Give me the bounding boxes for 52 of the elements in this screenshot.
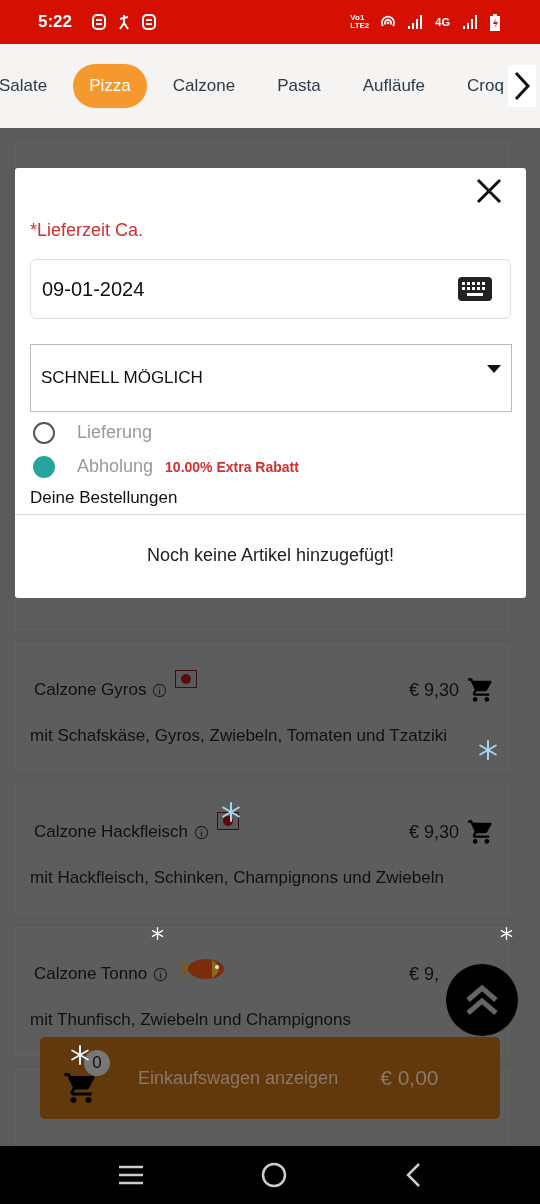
category-tab[interactable]: Salate xyxy=(0,64,64,108)
product-name: Calzone Hackfleisch xyxy=(34,822,188,842)
info-icon[interactable] xyxy=(194,824,209,840)
product-price: € 9,30 xyxy=(409,679,460,701)
field-label: *Lieferzeit Ca. xyxy=(30,220,145,241)
sim-icon xyxy=(92,14,107,30)
cart-bar[interactable]: 0 Einkaufswagen anzeigen € 0,00 xyxy=(40,1037,500,1119)
signal-icon xyxy=(407,15,424,29)
signal-icon xyxy=(462,15,478,29)
product-description: mit Schafskäse, Gyros, Zwiebeln, Tomaten und Tzatziki xyxy=(30,726,448,746)
caret-icon xyxy=(487,365,501,373)
volte-label: Vo1 LTE2 xyxy=(350,14,370,30)
chevron-right-icon[interactable] xyxy=(513,71,531,101)
home-icon[interactable] xyxy=(261,1162,287,1188)
category-tab[interactable]: Calzone xyxy=(156,64,252,108)
cart-total: € 0,00 xyxy=(380,1066,439,1090)
category-tab[interactable]: Pasta xyxy=(261,64,337,108)
product-name: Calzone Gyros xyxy=(34,680,147,700)
hotspot-icon xyxy=(381,15,396,29)
radio-button[interactable] xyxy=(33,455,55,478)
date-field[interactable]: 09-01-2024 xyxy=(30,259,511,319)
empty-message: Noch keine Artikel hinzugefügt! xyxy=(145,545,396,566)
snowflake-icon xyxy=(500,927,513,940)
keyboard-icon[interactable] xyxy=(458,277,492,301)
clock-time: 5:22 xyxy=(38,12,73,32)
radio-button[interactable] xyxy=(33,421,55,444)
orders-heading: Deine Bestellungen xyxy=(30,488,179,508)
menu-icon[interactable] xyxy=(118,1165,145,1185)
category-tab[interactable]: Croq xyxy=(451,64,506,108)
category-tab[interactable]: Aufläufe xyxy=(346,64,442,108)
discount-note: 10.00% Extra Rabatt xyxy=(165,458,299,475)
cart-label: Einkaufswagen anzeigen xyxy=(138,1067,339,1089)
snowflake-icon xyxy=(70,1045,90,1065)
snowflake-icon xyxy=(151,927,164,940)
scroll-right-button[interactable] xyxy=(508,65,536,107)
snowflake-icon xyxy=(221,802,241,822)
sim-icon xyxy=(142,14,157,30)
cart-count: 0 xyxy=(84,1050,110,1076)
dot-flag-icon xyxy=(175,670,198,688)
battery-charging-icon xyxy=(490,13,500,31)
time-dropdown[interactable]: SCHNELL MÖGLICH xyxy=(30,344,512,412)
network-type: 4G xyxy=(435,16,450,28)
product-name: Calzone Tonno xyxy=(34,964,148,984)
product-price: € 9,30 xyxy=(409,821,460,843)
info-icon[interactable] xyxy=(152,682,168,698)
product-description: mit Thunfisch, Zwiebeln und Champignons xyxy=(30,1010,352,1030)
double-chevron-up-icon[interactable] xyxy=(464,982,500,1018)
product-price: € 9, xyxy=(409,963,440,985)
info-icon[interactable] xyxy=(153,966,169,982)
product-description: mit Hackfleisch, Schinken, Champignons und Zwiebeln xyxy=(30,868,445,888)
snowflake-icon xyxy=(478,740,498,760)
figure-icon xyxy=(118,14,131,30)
